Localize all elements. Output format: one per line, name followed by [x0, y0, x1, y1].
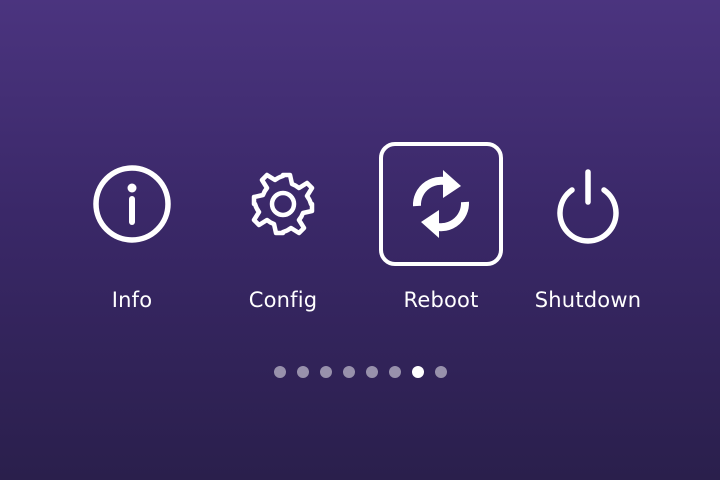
page-dot[interactable]: [365, 366, 378, 378]
menu-item-config[interactable]: Config: [208, 142, 358, 322]
shutdown-icon-box: [526, 142, 650, 266]
page-dot[interactable]: [273, 366, 286, 378]
menu-item-reboot-label: Reboot: [403, 288, 479, 312]
page-dot-active[interactable]: [411, 366, 424, 378]
reboot-icon-box: [379, 142, 503, 266]
info-icon-box: [70, 142, 194, 266]
page-dot[interactable]: [434, 366, 447, 378]
page-dot[interactable]: [388, 366, 401, 378]
page-dot[interactable]: [342, 366, 355, 378]
gear-icon: [251, 172, 315, 236]
menu-item-config-label: Config: [248, 288, 318, 312]
menu-item-info[interactable]: Info: [57, 142, 207, 322]
page-indicator: [0, 366, 720, 378]
page-dot[interactable]: [296, 366, 309, 378]
menu-item-reboot[interactable]: Reboot: [366, 142, 516, 322]
refresh-icon: [412, 170, 470, 238]
config-icon-box: [221, 142, 345, 266]
power-icon: [557, 169, 619, 244]
main-menu: Info Config Reboot Shutdown: [0, 0, 720, 480]
page-dot[interactable]: [319, 366, 332, 378]
menu-item-shutdown[interactable]: Shutdown: [513, 142, 663, 322]
info-icon: [93, 165, 171, 243]
menu-item-shutdown-label: Shutdown: [534, 288, 642, 312]
menu-item-info-label: Info: [111, 288, 153, 312]
